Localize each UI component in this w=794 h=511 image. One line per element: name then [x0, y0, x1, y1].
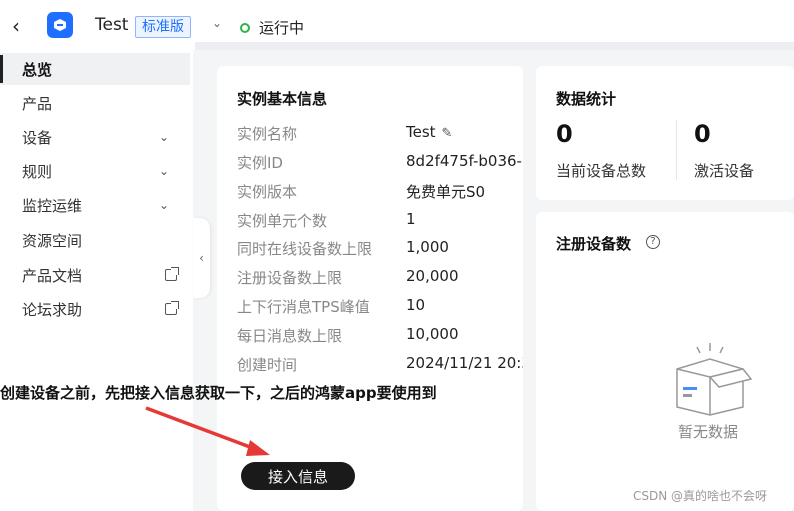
info-label: 实例版本 — [237, 183, 298, 201]
sidebar-item-rules[interactable]: 规则 ⌄ — [0, 155, 190, 187]
info-label: 实例单元个数 — [237, 212, 328, 230]
stats-divider — [676, 120, 677, 180]
empty-text: 暂无数据 — [678, 423, 739, 441]
info-row-units: 实例单元个数 1 — [237, 210, 523, 236]
info-row-created: 创建时间 2024/11/21 20:33 — [237, 354, 523, 380]
watermark: CSDN @真的啥也不会呀 — [633, 489, 768, 503]
info-value: 1,000 — [406, 238, 449, 256]
chevron-down-icon: ⌄ — [159, 198, 170, 212]
back-chevron-left-icon[interactable]: ‹ — [12, 14, 32, 38]
info-label: 实例名称 — [237, 125, 298, 143]
info-value: 1 — [406, 210, 416, 228]
sidebar-item-monitoring[interactable]: 监控运维 ⌄ — [0, 189, 190, 221]
info-value: 20,000 — [406, 267, 459, 285]
sidebar-item-label: 总览 — [22, 60, 53, 79]
info-value: 2024/11/21 20:33 — [406, 354, 523, 372]
total-devices-label: 当前设备总数 — [556, 162, 647, 180]
stats-title: 数据统计 — [556, 90, 617, 108]
sidebar-item-product-docs[interactable]: 产品文档 — [0, 259, 190, 291]
edition-badge: 标准版 — [135, 16, 191, 38]
access-info-button[interactable]: 接入信息 — [241, 462, 355, 490]
cube-icon — [47, 12, 73, 38]
info-value: 免费单元S0 — [406, 183, 486, 201]
info-value: 8d2f475f-b036-... — [406, 152, 523, 170]
info-row-daily-msg: 每日消息数上限 10,000 — [237, 325, 523, 351]
status-text: 运行中 — [259, 19, 305, 37]
basic-info-title: 实例基本信息 — [237, 90, 328, 108]
info-row-name: 实例名称 Test ✎ — [237, 123, 523, 149]
info-label: 创建时间 — [237, 356, 298, 374]
sidebar-item-label: 产品 — [22, 94, 53, 113]
external-link-icon — [165, 301, 179, 315]
sidebar-item-label: 监控运维 — [22, 196, 83, 215]
sidebar-item-label: 设备 — [22, 128, 53, 147]
active-devices-label: 激活设备 — [694, 162, 755, 180]
instance-switch-chevron-down-icon[interactable]: ⌄ — [212, 16, 222, 30]
sidebar-item-forum[interactable]: 论坛求助 — [0, 293, 190, 325]
chevron-down-icon: ⌄ — [159, 164, 170, 178]
info-row-register-limit: 注册设备数上限 20,000 — [237, 267, 523, 293]
info-value: 10,000 — [406, 325, 459, 343]
active-devices-count: 0 — [694, 120, 711, 148]
annotation-text: 创建设备之前，先把接入信息获取一下，之后的鸿蒙app要使用到 — [0, 384, 437, 402]
data-stats-card: 数据统计 0 当前设备总数 0 激活设备 — [536, 66, 794, 200]
info-row-id: 实例ID 8d2f475f-b036-... — [237, 152, 523, 178]
sidebar-item-label: 论坛求助 — [22, 300, 83, 319]
registered-title: 注册设备数 — [556, 235, 632, 253]
status-dot-icon — [240, 23, 250, 33]
sidebar-item-devices[interactable]: 设备 ⌄ — [0, 121, 190, 153]
info-label: 上下行消息TPS峰值 — [237, 298, 370, 316]
chevron-down-icon: ⌄ — [159, 130, 170, 144]
total-devices-count: 0 — [556, 120, 573, 148]
registered-devices-card: 注册设备数 ? 暂无数据 — [536, 212, 794, 511]
instance-name: Test — [95, 15, 129, 35]
info-label: 同时在线设备数上限 — [237, 240, 373, 258]
info-row-online-limit: 同时在线设备数上限 1,000 — [237, 238, 523, 264]
info-label: 注册设备数上限 — [237, 269, 343, 287]
sidebar-item-label: 资源空间 — [22, 231, 83, 250]
external-link-icon — [165, 267, 179, 281]
info-value: 10 — [406, 296, 426, 314]
info-label: 每日消息数上限 — [237, 327, 343, 345]
empty-box-icon — [667, 339, 753, 419]
question-circle-icon[interactable]: ? — [646, 235, 660, 249]
sidebar-collapse-chevron-left-icon[interactable]: ‹ — [193, 218, 210, 298]
info-label: 实例ID — [237, 154, 283, 172]
sidebar-item-label: 规则 — [22, 162, 53, 181]
info-value: Test ✎ — [406, 123, 452, 141]
annotation-arrow-icon — [145, 406, 270, 456]
sidebar-item-overview[interactable]: 总览 — [0, 53, 190, 85]
info-row-tps: 上下行消息TPS峰值 10 — [237, 296, 523, 322]
sidebar-item-resource-space[interactable]: 资源空间 — [0, 224, 190, 256]
header-divider — [195, 42, 794, 50]
info-row-version: 实例版本 免费单元S0 — [237, 181, 523, 207]
edit-pencil-icon[interactable]: ✎ — [442, 126, 453, 141]
sidebar-item-label: 产品文档 — [22, 266, 83, 285]
sidebar-item-products[interactable]: 产品 — [0, 87, 190, 119]
instance-name-value: Test — [406, 123, 436, 141]
